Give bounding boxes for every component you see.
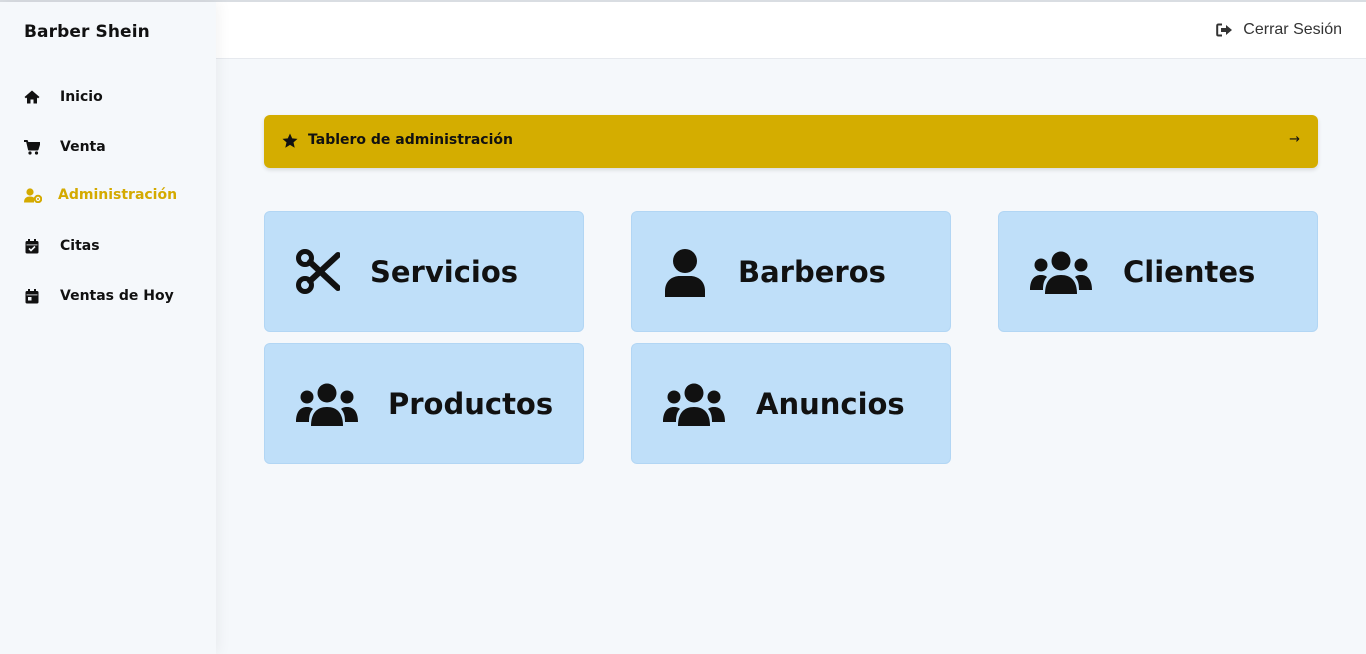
star-icon <box>282 133 298 153</box>
users-icon <box>1030 250 1092 299</box>
top-header: Cerrar Sesión <box>216 2 1366 59</box>
card-barberos[interactable]: Barberos <box>631 211 951 332</box>
admin-dashboard-banner[interactable]: Tablero de administración → <box>264 115 1318 168</box>
scissors-icon <box>296 248 341 300</box>
users-icon <box>663 382 725 431</box>
arrow-right-icon: → <box>1289 132 1300 147</box>
brand-title: Barber Shein <box>24 22 150 42</box>
sidebar-item-label: Ventas de Hoy <box>60 288 174 304</box>
card-productos[interactable]: Productos <box>264 343 584 464</box>
sidebar-item-venta[interactable]: Venta <box>24 135 106 159</box>
sign-out-icon <box>1216 23 1233 37</box>
banner-title: Tablero de administración <box>308 132 513 148</box>
card-anuncios[interactable]: Anuncios <box>631 343 951 464</box>
sidebar: Barber Shein Inicio Venta Administración… <box>0 2 216 654</box>
sidebar-item-label: Inicio <box>60 89 103 105</box>
users-icon <box>296 382 358 431</box>
calendar-check-icon <box>24 238 40 254</box>
sidebar-item-label: Administración <box>58 187 178 203</box>
sidebar-item-citas[interactable]: Citas <box>24 234 100 258</box>
calendar-day-icon <box>24 288 40 304</box>
card-label: Anuncios <box>756 387 905 421</box>
logout-label: Cerrar Sesión <box>1243 21 1342 38</box>
user-gear-icon <box>24 187 42 203</box>
sidebar-item-inicio[interactable]: Inicio <box>24 85 103 109</box>
sidebar-item-label: Venta <box>60 139 106 155</box>
sidebar-item-administracion[interactable]: Administración <box>24 183 177 207</box>
card-servicios[interactable]: Servicios <box>264 211 584 332</box>
logout-button[interactable]: Cerrar Sesión <box>1216 21 1342 39</box>
sidebar-item-ventas-hoy[interactable]: Ventas de Hoy <box>24 284 174 308</box>
home-icon <box>24 89 40 105</box>
card-clientes[interactable]: Clientes <box>998 211 1318 332</box>
cart-icon <box>24 139 40 155</box>
card-label: Barberos <box>738 255 886 289</box>
sidebar-item-label: Citas <box>60 238 100 254</box>
card-label: Clientes <box>1123 255 1256 289</box>
user-icon <box>663 248 707 301</box>
card-label: Productos <box>388 387 554 421</box>
card-label: Servicios <box>370 255 519 289</box>
